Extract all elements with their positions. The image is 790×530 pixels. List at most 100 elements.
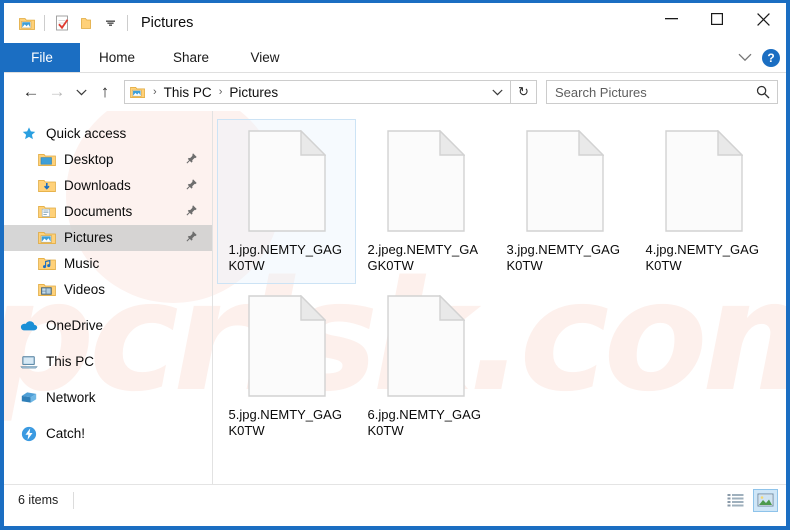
sidebar-item-label: Quick access [46,126,127,142]
pictures-folder-icon[interactable] [15,11,39,35]
ribbon-right-controls: ? [738,43,780,72]
file-grid: 1.jpg.NEMTY_GAGK0TW 2.jpeg.NEMTY_GAGK0TW 3… [217,119,786,449]
file-name-label: 3.jpg.NEMTY_GAGK0TW [506,242,620,273]
content-pane[interactable]: 1.jpg.NEMTY_GAGK0TW 2.jpeg.NEMTY_GAGK0TW 3… [213,111,786,484]
file-item[interactable]: 6.jpg.NEMTY_GAGK0TW [356,284,495,449]
pictures-folder-icon [38,229,58,247]
sidebar-item-downloads[interactable]: Downloads [4,173,212,199]
sidebar-item-label: Videos [64,282,106,298]
breadcrumb-item-pictures[interactable]: Pictures [227,85,280,100]
downloads-folder-icon [38,177,58,195]
sidebar-item-music[interactable]: Music [4,251,212,277]
file-item[interactable]: 4.jpg.NEMTY_GAGK0TW [634,119,773,284]
music-folder-icon [38,255,58,273]
pin-icon[interactable] [185,230,198,246]
search-icon[interactable] [753,85,773,99]
sidebar-item-this-pc[interactable]: This PC [4,349,212,375]
maximize-button[interactable] [694,3,740,35]
status-item-count: 6 items [18,493,59,507]
new-folder-icon[interactable] [74,11,98,35]
forward-button[interactable]: → [44,79,70,105]
pin-icon[interactable] [185,178,198,194]
tab-home[interactable]: Home [80,43,154,72]
videos-folder-icon [38,281,58,299]
sidebar-item-quick-access[interactable]: Quick access [4,121,212,147]
generic-file-icon [244,291,330,401]
sidebar-item-network[interactable]: Network [4,385,212,411]
sidebar-item-label: Downloads [64,178,131,194]
customize-chevron-icon[interactable] [98,11,122,35]
this-pc-icon [20,353,40,371]
file-name-label: 6.jpg.NEMTY_GAGK0TW [367,407,481,438]
details-view-button[interactable] [723,489,748,512]
nav-group-gap [4,339,212,349]
tab-view[interactable]: View [228,43,302,72]
onedrive-cloud-icon [20,317,40,335]
window-title: Pictures [141,14,194,31]
address-bar: ← → ↑ › This PC › Pictures ↻ [4,73,786,111]
properties-icon[interactable] [50,11,74,35]
sidebar-item-label: Pictures [64,230,113,246]
sidebar-item-videos[interactable]: Videos [4,277,212,303]
toolbar-separator-1 [44,15,45,31]
sidebar-item-onedrive[interactable]: OneDrive [4,313,212,339]
recent-locations-chevron-icon[interactable] [70,79,92,105]
sidebar-item-desktop[interactable]: Desktop [4,147,212,173]
help-button[interactable]: ? [762,48,780,67]
back-button[interactable]: ← [18,79,44,105]
breadcrumb[interactable]: › This PC › Pictures [124,80,511,104]
title-bar: Pictures [4,3,786,43]
search-box[interactable] [546,80,778,104]
search-input[interactable] [555,84,753,100]
file-name-label: 5.jpg.NEMTY_GAGK0TW [228,407,342,438]
refresh-button[interactable]: ↻ [511,80,537,104]
nav-group-gap [4,303,212,313]
minimize-button[interactable] [648,3,694,35]
sidebar-item-documents[interactable]: Documents [4,199,212,225]
sidebar-item-label: Music [64,256,100,272]
generic-file-icon [244,126,330,236]
expand-ribbon-chevron-icon[interactable] [738,49,752,67]
pin-icon[interactable] [185,204,198,220]
status-bar: 6 items [4,484,786,515]
status-separator [73,491,75,509]
sidebar-item-label: OneDrive [46,318,104,334]
file-item[interactable]: 3.jpg.NEMTY_GAGK0TW [495,119,634,284]
ribbon-tab-bar: File Home Share View ? [4,43,786,73]
documents-folder-icon [38,203,58,221]
tab-file[interactable]: File [4,43,80,72]
file-name-label: 2.jpeg.NEMTY_GAGK0TW [367,242,479,273]
generic-file-icon [383,126,469,236]
sidebar-item-catch[interactable]: Catch! [4,421,212,447]
file-name-label: 1.jpg.NEMTY_GAGK0TW [228,242,342,273]
large-icons-view-button[interactable] [753,488,778,512]
quick-access-toolbar: Pictures [4,11,193,35]
breadcrumb-item-this-pc[interactable]: This PC [162,85,214,100]
breadcrumb-pictures-icon [130,85,146,99]
generic-file-icon [661,126,747,236]
star-icon [20,125,40,143]
breadcrumb-separator-2: › [218,85,223,98]
file-explorer-window: pcrisk.com [0,0,790,530]
breadcrumb-dropdown-icon[interactable] [486,81,508,103]
file-item[interactable]: 5.jpg.NEMTY_GAGK0TW [217,284,356,449]
up-button[interactable]: ↑ [92,79,118,105]
file-item[interactable]: 1.jpg.NEMTY_GAGK0TW [217,119,356,284]
toolbar-separator-2 [127,15,128,31]
pin-icon[interactable] [185,152,198,168]
breadcrumb-separator-1: › [153,85,157,98]
sidebar-item-label: Network [46,390,96,406]
generic-file-icon [522,126,608,236]
sidebar-item-pictures[interactable]: Pictures [4,225,212,251]
nav-group-gap [4,411,212,421]
sidebar-item-label: This PC [46,354,95,370]
view-mode-buttons [723,488,778,512]
sidebar-item-label: Documents [64,204,133,220]
close-button[interactable] [740,3,786,35]
tab-share[interactable]: Share [154,43,228,72]
generic-file-icon [383,291,469,401]
explorer-body: Quick access Desktop Downloads Documents Pic… [4,111,786,484]
file-name-label: 4.jpg.NEMTY_GAGK0TW [645,242,759,273]
file-item[interactable]: 2.jpeg.NEMTY_GAGK0TW [356,119,495,284]
catch-icon [20,425,40,443]
